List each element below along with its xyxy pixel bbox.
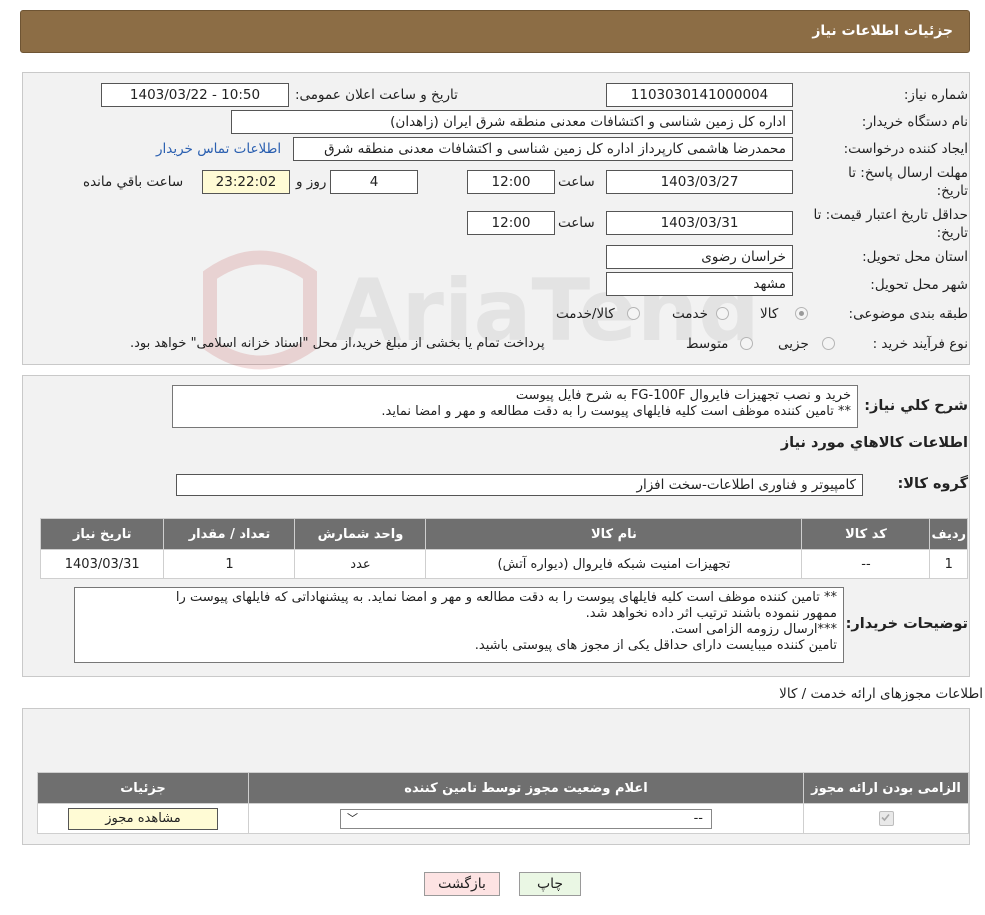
col-permit-status: اعلام وضعیت مجوز توسط تامین کننده — [248, 772, 804, 804]
remaining-time-label: ساعت باقي مانده — [83, 174, 184, 190]
buyer-contact-link[interactable]: اطلاعات تماس خریدار — [156, 141, 281, 157]
cell-item-name: تجهیزات امنیت شبکه فایروال (دیواره آتش) — [425, 549, 803, 579]
col-row-number: رديف — [929, 518, 968, 550]
summary-line-2: ** تامین کننده موظف است کلیه فایلهای پیو… — [381, 404, 851, 419]
check-icon — [880, 813, 890, 822]
category-radio-service[interactable] — [716, 307, 729, 320]
cell-need-date: 1403/03/31 — [39, 549, 165, 579]
cell-item-code: -- — [801, 549, 931, 579]
buyer-notes-line-3: ***ارسال رزومه الزامی است. — [670, 622, 837, 637]
city-label: شهر محل تحویل: — [870, 277, 968, 293]
price-validity-label-date: تاریخ: — [936, 225, 968, 241]
price-validity-date-field: 1403/03/31 — [606, 211, 793, 235]
cell-quantity: 1 — [163, 549, 296, 579]
province-field: خراسان رضوی — [606, 245, 793, 269]
announce-datetime-field: 1403/03/22 - 10:50 — [101, 83, 289, 107]
goods-table-header: رديف کد کالا نام کالا واحد شمارش تعداد /… — [39, 518, 968, 550]
summary-line-1: خرید و نصب تجهیزات فایروال FG-100F به شر… — [515, 388, 851, 403]
cell-unit: عدد — [294, 549, 427, 579]
price-validity-time-label: ساعت — [558, 215, 595, 231]
col-unit: واحد شمارش — [294, 518, 427, 550]
category-option-goods: کالا — [760, 306, 779, 322]
price-validity-time-field: 12:00 — [467, 211, 555, 235]
permit-status-select[interactable]: ﹀ -- — [340, 808, 712, 829]
permit-status-value: -- — [693, 810, 703, 826]
chevron-down-icon: ﹀ — [347, 811, 358, 825]
page-title: جزئیات اطلاعات نیاز — [812, 23, 953, 39]
deadline-time-label: ساعت — [558, 174, 595, 190]
buyer-notes-textarea[interactable]: ** تامین کننده موظف است کلیه فایلهای پیو… — [74, 587, 844, 663]
deadline-label-date: تاریخ: — [936, 183, 968, 199]
requester-label: ایجاد کننده درخواست: — [843, 141, 968, 157]
permit-required-checkbox[interactable] — [878, 811, 894, 826]
view-permit-button[interactable]: مشاهده مجوز — [68, 807, 218, 830]
buyer-org-field: اداره کل زمین شناسی و اکتشافات معدنی منط… — [231, 110, 793, 134]
days-remaining-field: 4 — [330, 170, 418, 194]
announce-datetime-label: تاریخ و ساعت اعلان عمومی: — [295, 87, 458, 103]
goods-group-label: گروه کالا: — [897, 476, 968, 492]
permit-status-cell: ﹀ -- — [248, 803, 804, 834]
permits-table-header: الزامی بودن ارائه مجوز اعلام وضعیت مجوز … — [37, 772, 969, 804]
buyer-notes-line-1: ** تامین کننده موظف است کلیه فایلهای پیو… — [175, 590, 837, 605]
process-option-minor: جزیی — [778, 336, 809, 352]
buyer-notes-line-2: ممهور ننموده باشند ترتیب اثر داده نخواهد… — [585, 606, 837, 621]
deadline-date-field: 1403/03/27 — [606, 170, 793, 194]
treasury-note: پرداخت تمام یا بخشی از مبلغ خرید،از محل … — [130, 336, 545, 351]
page-header: جزئیات اطلاعات نیاز — [20, 10, 970, 53]
buyer-org-label: نام دستگاه خریدار: — [861, 114, 968, 130]
col-item-name: نام کالا — [425, 518, 803, 550]
back-button[interactable]: بازگشت — [424, 872, 500, 896]
deadline-time-field: 12:00 — [467, 170, 555, 194]
need-number-field: 1103030141000004 — [606, 83, 793, 107]
price-validity-label: حداقل تاریخ اعتبار قیمت: تا — [813, 207, 968, 223]
process-type-label: نوع فرآیند خرید : — [872, 336, 968, 352]
goods-table: رديف کد کالا نام کالا واحد شمارش تعداد /… — [39, 518, 968, 579]
print-button[interactable]: چاپ — [519, 872, 581, 896]
col-quantity: تعداد / مقدار — [163, 518, 296, 550]
deadline-label: مهلت ارسال پاسخ: تا — [848, 165, 968, 181]
need-number-label: شماره نیاز: — [903, 87, 968, 103]
buyer-notes-label: توضیحات خریدار: — [845, 616, 968, 632]
permits-table: الزامی بودن ارائه مجوز اعلام وضعیت مجوز … — [37, 772, 969, 834]
process-radio-minor[interactable] — [822, 337, 835, 350]
category-option-goods-service: کالا/خدمت — [556, 306, 615, 322]
summary-label: شرح کلي نياز: — [864, 398, 968, 414]
permit-required-cell — [803, 803, 969, 834]
goods-section-title: اطلاعات کالاهاي مورد نياز — [780, 435, 968, 451]
col-permit-required: الزامی بودن ارائه مجوز — [803, 772, 969, 804]
requester-field: محمدرضا هاشمی کارپرداز اداره کل زمین شنا… — [293, 137, 793, 161]
col-item-code: کد کالا — [801, 518, 931, 550]
summary-textarea[interactable]: خرید و نصب تجهیزات فایروال FG-100F به شر… — [172, 385, 858, 428]
category-label: طبقه بندی موضوعی: — [848, 306, 968, 322]
col-need-date: تاریخ نیاز — [39, 518, 165, 550]
process-radio-medium[interactable] — [740, 337, 753, 350]
remaining-time-field: 23:22:02 — [202, 170, 290, 194]
days-label: روز و — [296, 174, 327, 190]
table-row: ﹀ -- مشاهده مجوز — [37, 803, 969, 834]
goods-group-field: کامپیوتر و فناوری اطلاعات-سخت افزار — [176, 474, 863, 496]
col-permit-details: جزئیات — [37, 772, 249, 804]
province-label: استان محل تحویل: — [862, 249, 968, 265]
buyer-notes-line-4: تامین کننده میبایست دارای حداقل یکی از م… — [474, 638, 837, 653]
cell-row-number: 1 — [929, 549, 968, 579]
category-radio-goods-service[interactable] — [627, 307, 640, 320]
category-option-service: خدمت — [672, 306, 708, 322]
permit-details-cell: مشاهده مجوز — [37, 803, 249, 834]
table-row: 1 -- تجهیزات امنیت شبکه فایروال (دیواره … — [39, 549, 968, 579]
city-field: مشهد — [606, 272, 793, 296]
category-radio-goods[interactable] — [795, 307, 808, 320]
process-option-medium: متوسط — [686, 336, 729, 352]
permits-section-title: اطلاعات مجوزهای ارائه خدمت / کالا — [779, 686, 983, 702]
